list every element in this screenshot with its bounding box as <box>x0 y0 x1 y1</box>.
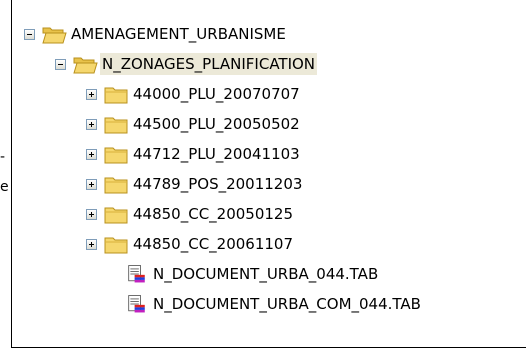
folder-closed-icon <box>104 87 128 104</box>
table-file-icon <box>128 265 145 283</box>
tree-node-label: N_DOCUMENT_URBA_044.TAB <box>153 265 379 283</box>
expand-toggle[interactable] <box>86 178 97 190</box>
folder-closed-icon <box>104 207 128 224</box>
tree-node-folder[interactable]: 44500_PLU_20050502 <box>86 109 302 139</box>
tree-node-file[interactable]: N_DOCUMENT_URBA_044.TAB <box>127 259 380 289</box>
tree-node-folder[interactable]: 44850_CC_20061107 <box>86 229 295 259</box>
tree-node-folder[interactable]: 44000_PLU_20070707 <box>86 79 302 109</box>
expand-toggle[interactable] <box>86 208 97 220</box>
folder-open-icon <box>42 27 67 44</box>
table-file-icon <box>128 295 145 313</box>
tree-node-label: 44850_CC_20061107 <box>133 235 294 253</box>
tree-node-folder[interactable]: 44850_CC_20050125 <box>86 199 295 229</box>
tree-node-label: 44000_PLU_20070707 <box>133 85 300 103</box>
tree-node-label: N_ZONAGES_PLANIFICATION <box>100 53 318 75</box>
tree-node-folder[interactable]: 44789_POS_20011203 <box>86 169 304 199</box>
expand-toggle[interactable] <box>86 238 97 250</box>
folder-closed-icon <box>104 177 128 194</box>
clipped-edge-text-1: - <box>0 149 6 165</box>
collapse-toggle[interactable] <box>55 58 66 70</box>
tree-node-label: 44500_PLU_20050502 <box>133 115 300 133</box>
clipped-edge-text-2: e <box>0 179 9 195</box>
folder-closed-icon <box>104 117 128 134</box>
tree-node-amenagement-urbanisme[interactable]: AMENAGEMENT_URBANISME <box>24 19 288 49</box>
collapse-toggle[interactable] <box>24 28 35 40</box>
tree-node-folder[interactable]: 44712_PLU_20041103 <box>86 139 302 169</box>
tree-panel: AMENAGEMENT_URBANISME N_ZONAGES_PLANIFIC… <box>11 0 526 348</box>
tree-node-label: N_DOCUMENT_URBA_COM_044.TAB <box>153 295 421 313</box>
folder-open-icon <box>73 57 98 74</box>
folder-closed-icon <box>104 147 128 164</box>
tree-node-label: AMENAGEMENT_URBANISME <box>71 25 286 43</box>
expand-toggle[interactable] <box>86 148 97 160</box>
tree-node-label: 44712_PLU_20041103 <box>133 145 300 163</box>
tree-node-file[interactable]: N_DOCUMENT_URBA_COM_044.TAB <box>127 289 423 319</box>
expand-toggle[interactable] <box>86 88 97 100</box>
tree-node-label: 44850_CC_20050125 <box>133 205 294 223</box>
tree-view-window: - e AMENAGEMENT_URBANISME N_ZONAGES_PLAN… <box>0 0 526 349</box>
expand-toggle[interactable] <box>86 118 97 130</box>
tree-node-n-zonages-planification[interactable]: N_ZONAGES_PLANIFICATION <box>55 49 318 79</box>
folder-closed-icon <box>104 237 128 254</box>
tree-node-label: 44789_POS_20011203 <box>133 175 303 193</box>
